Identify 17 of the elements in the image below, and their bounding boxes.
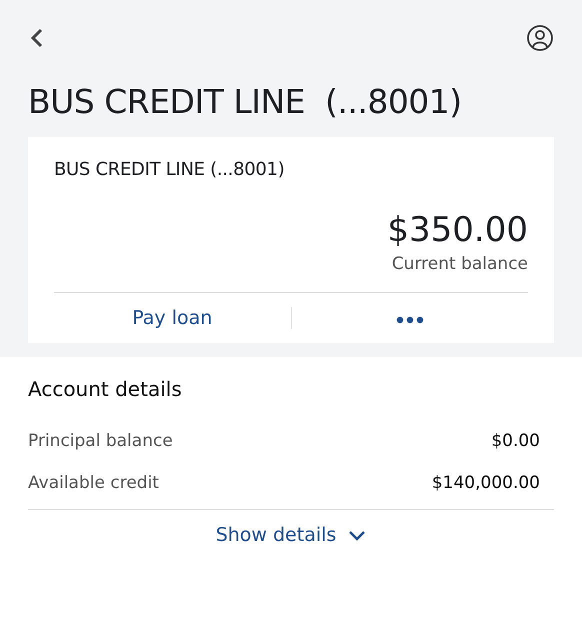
balance-label: Current balance <box>390 254 528 274</box>
balance-amount: $350.00 <box>386 210 528 250</box>
account-name: BUS CREDIT LINE (...8001) <box>54 159 286 180</box>
detail-value: $140,000.00 <box>432 473 540 493</box>
page-title: BUS CREDIT LINE (...8001) <box>28 82 463 121</box>
show-details-button[interactable]: Show details <box>212 520 370 550</box>
back-icon <box>30 27 44 49</box>
detail-value: $0.00 <box>491 431 540 451</box>
detail-label: Principal balance <box>28 431 173 451</box>
chevron-down-icon <box>348 530 366 540</box>
back-button[interactable] <box>30 27 44 49</box>
section-title: Account details <box>28 377 183 401</box>
profile-button[interactable] <box>526 24 554 52</box>
detail-label: Available credit <box>28 473 159 493</box>
profile-icon <box>526 24 554 52</box>
pay-loan-button[interactable]: Pay loan <box>124 303 220 333</box>
more-icon <box>396 316 424 324</box>
